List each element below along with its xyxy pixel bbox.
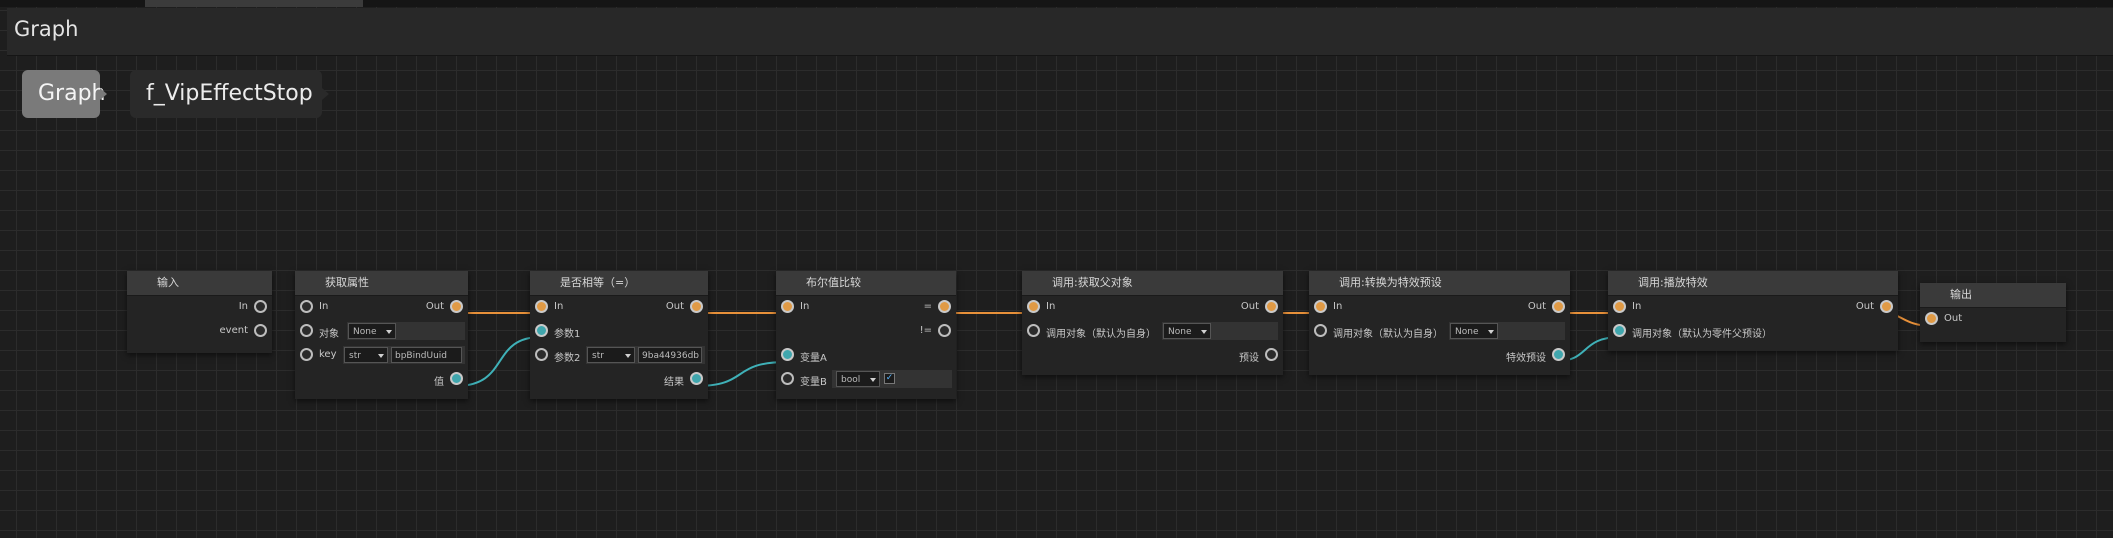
chevron-down-icon	[386, 330, 392, 334]
exec-port-in[interactable]	[781, 300, 794, 313]
port-label-in: In	[554, 301, 564, 312]
exec-port-out[interactable]	[450, 300, 463, 313]
preset-port-out[interactable]	[1265, 348, 1278, 361]
var-a-port-in[interactable]	[781, 348, 794, 361]
node-play-effect[interactable]: 调用:播放特效 In Out 调用对象（默认为零件父预设）	[1608, 271, 1898, 351]
node-title: 调用:获取父对象	[1022, 271, 1283, 296]
param2-input[interactable]: 9ba44936db	[638, 347, 702, 363]
wire-layer	[455, 312, 1933, 387]
value-port-out[interactable]	[450, 372, 463, 385]
exec-port-out[interactable]	[1880, 300, 1893, 313]
port-label-in: In	[1333, 301, 1343, 312]
node-bool-compare[interactable]: 布尔值比较 In = != 变量A 变量B bool ✓	[776, 271, 956, 399]
exec-port-in[interactable]	[1027, 300, 1040, 313]
equal-port-out[interactable]	[938, 300, 951, 313]
result-label: 结果	[664, 377, 684, 388]
param2-type-dropdown[interactable]: str	[587, 347, 635, 363]
caller-port-in[interactable]	[1314, 324, 1327, 337]
key-label: key	[319, 349, 337, 360]
node-input[interactable]: 输入 In event	[127, 271, 272, 353]
caller-label: 调用对象（默认为自身）	[1333, 329, 1443, 340]
object-label: 对象	[319, 329, 339, 340]
var-b-type-dropdown[interactable]: bool	[836, 371, 880, 387]
port-label-not-equal: !=	[919, 325, 932, 336]
exec-port-in[interactable]	[1314, 300, 1327, 313]
chevron-down-icon	[625, 354, 631, 358]
port-label-in: In	[319, 301, 329, 312]
exec-port-out[interactable]	[1265, 300, 1278, 313]
data-wire[interactable]	[455, 336, 542, 387]
port-label-event: event	[219, 325, 248, 336]
caller-port-in[interactable]	[1027, 324, 1040, 337]
node-to-effect-preset[interactable]: 调用:转换为特效预设 In Out 调用对象（默认为自身） None 特效预设	[1309, 271, 1570, 375]
node-title: 输出	[1920, 283, 2066, 308]
param2-label: 参数2	[554, 353, 581, 364]
exec-port-out[interactable]	[690, 300, 703, 313]
exec-port-out[interactable]	[1552, 300, 1565, 313]
port-label-in: In	[1632, 301, 1642, 312]
port-label-in: In	[800, 301, 810, 312]
effect-preset-port-out[interactable]	[1552, 348, 1565, 361]
param1-port-in[interactable]	[535, 324, 548, 337]
node-title: 调用:播放特效	[1608, 271, 1898, 296]
chevron-down-icon	[870, 378, 876, 382]
preset-label: 预设	[1239, 353, 1259, 364]
exec-port-in[interactable]	[300, 300, 313, 313]
not-equal-port-out[interactable]	[938, 324, 951, 337]
object-port-in[interactable]	[300, 324, 313, 337]
exec-port-out[interactable]	[254, 300, 267, 313]
chevron-down-icon	[378, 354, 384, 358]
chevron-down-icon	[1488, 330, 1494, 334]
param1-label: 参数1	[554, 329, 581, 340]
var-b-checkbox[interactable]: ✓	[884, 373, 895, 384]
caller-dropdown[interactable]: None	[1163, 323, 1211, 339]
port-label-out: Out	[1855, 301, 1874, 312]
var-a-label: 变量A	[800, 353, 827, 364]
node-title: 输入	[127, 271, 272, 296]
exec-port-in[interactable]	[1613, 300, 1626, 313]
port-label-equal: =	[923, 301, 932, 312]
data-wire[interactable]	[695, 361, 788, 387]
caller-label: 调用对象（默认为零件父预设）	[1632, 329, 1772, 340]
port-label-out: Out	[1240, 301, 1259, 312]
node-get-attribute[interactable]: 获取属性 In Out 对象 None key str bpBindUuid 值	[295, 271, 468, 399]
var-b-label: 变量B	[800, 377, 827, 388]
value-label: 值	[434, 377, 444, 388]
port-label-out: Out	[425, 301, 444, 312]
object-dropdown[interactable]: None	[348, 323, 396, 339]
result-port-out[interactable]	[690, 372, 703, 385]
port-label-out: Out	[1944, 313, 1963, 324]
effect-preset-label: 特效预设	[1506, 353, 1546, 364]
exec-port-in[interactable]	[535, 300, 548, 313]
port-label-out: Out	[665, 301, 684, 312]
key-port-in[interactable]	[300, 348, 313, 361]
node-title: 是否相等（=）	[530, 271, 708, 296]
port-label-in: In	[238, 301, 248, 312]
node-title: 调用:转换为特效预设	[1309, 271, 1570, 296]
node-output[interactable]: 输出 Out	[1920, 283, 2066, 342]
port-label-in: In	[1046, 301, 1056, 312]
event-port-out[interactable]	[254, 324, 267, 337]
chevron-down-icon	[1201, 330, 1207, 334]
checkmark-icon: ✓	[885, 373, 894, 383]
caller-label: 调用对象（默认为自身）	[1046, 329, 1156, 340]
node-title: 获取属性	[295, 271, 468, 296]
key-type-dropdown[interactable]: str	[344, 347, 388, 363]
port-label-out: Out	[1527, 301, 1546, 312]
caller-port-in[interactable]	[1613, 324, 1626, 337]
node-is-equal[interactable]: 是否相等（=） In Out 参数1 参数2 str 9ba44936db 结果	[530, 271, 708, 399]
caller-dropdown[interactable]: None	[1450, 323, 1498, 339]
node-get-parent[interactable]: 调用:获取父对象 In Out 调用对象（默认为自身） None 预设	[1022, 271, 1283, 375]
exec-port-in[interactable]	[1925, 312, 1938, 325]
param2-port-in[interactable]	[535, 348, 548, 361]
var-b-port-in[interactable]	[781, 372, 794, 385]
node-title: 布尔值比较	[776, 271, 956, 296]
key-input[interactable]: bpBindUuid	[391, 347, 462, 363]
